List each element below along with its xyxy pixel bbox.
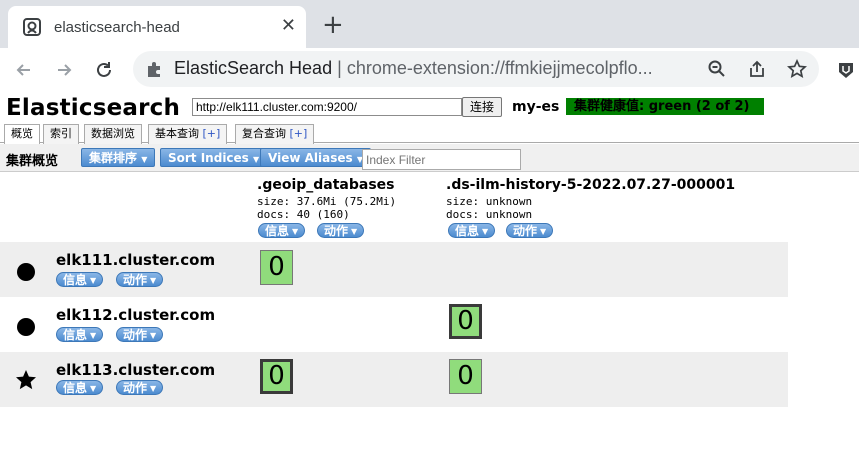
address-separator: | (337, 58, 342, 78)
tab-title: elasticsearch-head (54, 18, 180, 36)
browser-tabstrip: elasticsearch-head ✕ + (0, 0, 859, 48)
sort-indices-label: Sort Indices (168, 151, 249, 165)
dropdown-caret-icon: ▼ (150, 276, 157, 285)
share-icon[interactable] (747, 59, 767, 79)
node-row: elk113.cluster.com 信息 ▼ 动作 ▼ 0 0 (0, 352, 788, 407)
node-action-button[interactable]: 动作 ▼ (116, 272, 164, 287)
address-url: chrome-extension://ffmkiejjmecolpflo... (346, 58, 653, 78)
dropdown-caret-icon: ▼ (253, 155, 260, 164)
forward-arrow-icon[interactable] (52, 58, 76, 82)
view-aliases-button[interactable]: View Aliases ▼ (260, 148, 371, 167)
node-info-button[interactable]: 信息 ▼ (56, 272, 104, 287)
info-label: 信息 (63, 381, 88, 395)
view-aliases-label: View Aliases (268, 151, 353, 165)
back-arrow-icon[interactable] (12, 58, 36, 82)
index-action-button[interactable]: 动作 ▼ (506, 223, 554, 238)
node-action-button[interactable]: 动作 ▼ (116, 380, 164, 395)
connect-button[interactable]: 连接 (462, 97, 502, 117)
node-info-button[interactable]: 信息 ▼ (56, 327, 104, 342)
index-name: .ds-ilm-history-5-2022.07.27-000001 (446, 177, 736, 193)
action-label: 动作 (324, 224, 349, 238)
info-label: 信息 (63, 273, 88, 287)
browser-toolbar: ElasticSearch Head | chrome-extension://… (0, 48, 859, 92)
sort-cluster-label: 集群排序 (89, 151, 138, 165)
reload-icon[interactable] (92, 58, 116, 82)
dropdown-caret-icon: ▼ (90, 331, 97, 340)
dropdown-caret-icon: ▼ (351, 227, 358, 236)
info-label: 信息 (63, 328, 88, 342)
overview-label: 集群概览 (6, 154, 59, 169)
index-action-button[interactable]: 动作 ▼ (317, 223, 365, 238)
cluster-health-badge: 集群健康值: green (2 of 2) (566, 98, 764, 115)
tab-basic-query[interactable]: 基本查询 [+] (148, 124, 228, 144)
node-row: elk112.cluster.com 信息 ▼ 动作 ▼ 0 (0, 297, 788, 352)
elasticsearch-head-favicon-icon (22, 17, 42, 37)
site-name: ElasticSearch Head (174, 58, 333, 78)
browser-tab[interactable]: elasticsearch-head ✕ (8, 6, 306, 48)
action-label: 动作 (123, 381, 148, 395)
sort-indices-button[interactable]: Sort Indices ▼ (160, 148, 268, 167)
dropdown-caret-icon: ▼ (540, 227, 547, 236)
extension-puzzle-icon (145, 59, 165, 79)
extension-shield-icon[interactable] (836, 60, 856, 80)
sort-cluster-button[interactable]: 集群排序 ▼ (81, 148, 156, 167)
zoom-icon[interactable] (707, 59, 727, 79)
index-size: size: 37.6Mi (75.2Mi) (257, 195, 397, 208)
index-filter-input[interactable] (362, 149, 521, 170)
index-docs: docs: unknown (446, 208, 533, 221)
basic-query-plus[interactable]: [+] (203, 127, 221, 140)
new-tab-icon[interactable]: + (322, 12, 344, 38)
node-info-button[interactable]: 信息 ▼ (56, 380, 104, 395)
shard-primary[interactable]: 0 (260, 359, 293, 394)
info-label: 信息 (455, 224, 480, 238)
tab-data-browser-label: 数据浏览 (91, 127, 135, 140)
overview-toolbar: 集群概览 集群排序 ▼ Sort Indices ▼ View Aliases … (0, 144, 859, 172)
node-action-button[interactable]: 动作 ▼ (116, 327, 164, 342)
index-name: .geoip_databases (257, 177, 395, 193)
tab-overview[interactable]: 概览 (4, 124, 40, 145)
bookmark-star-icon[interactable] (787, 58, 807, 79)
dropdown-caret-icon: ▼ (292, 227, 299, 236)
dropdown-caret-icon: ▼ (482, 227, 489, 236)
tab-indices[interactable]: 索引 (43, 124, 79, 144)
index-info-button[interactable]: 信息 ▼ (258, 223, 306, 238)
app-title: Elasticsearch (6, 95, 181, 121)
address-bar[interactable]: ElasticSearch Head | chrome-extension://… (133, 51, 819, 87)
tab-overview-label: 概览 (11, 127, 33, 140)
main-tabs: 概览 索引 数据浏览 基本查询 [+] 复合查询 [+] (0, 122, 859, 145)
dropdown-caret-icon: ▼ (90, 384, 97, 393)
tab-compound-query-label: 复合查询 (242, 127, 286, 140)
tab-basic-query-label: 基本查询 (155, 127, 199, 140)
compound-query-plus[interactable]: [+] (290, 127, 308, 140)
info-label: 信息 (265, 224, 290, 238)
dropdown-caret-icon: ▼ (90, 276, 97, 285)
action-label: 动作 (513, 224, 538, 238)
node-name: elk113.cluster.com (56, 361, 216, 379)
shard-primary[interactable]: 0 (449, 304, 482, 339)
circle-icon (15, 261, 37, 283)
dropdown-caret-icon: ▼ (150, 384, 157, 393)
star-icon (15, 369, 37, 391)
cluster-url-input[interactable] (192, 98, 462, 116)
close-tab-icon[interactable]: ✕ (281, 17, 296, 35)
node-name: elk112.cluster.com (56, 306, 216, 324)
tab-indices-label: 索引 (50, 127, 72, 140)
dropdown-caret-icon: ▼ (150, 331, 157, 340)
index-info-button[interactable]: 信息 ▼ (448, 223, 496, 238)
cluster-name: my-es (512, 99, 560, 115)
node-name: elk111.cluster.com (56, 251, 216, 269)
address-text: ElasticSearch Head | chrome-extension://… (174, 58, 653, 79)
page-content: Elasticsearch 连接 my-es 集群健康值: green (2 o… (0, 92, 859, 452)
shard-replica[interactable]: 0 (260, 250, 293, 285)
action-label: 动作 (123, 273, 148, 287)
index-docs: docs: 40 (160) (257, 208, 350, 221)
circle-icon (15, 316, 37, 338)
index-size: size: unknown (446, 195, 533, 208)
tab-data-browser[interactable]: 数据浏览 (84, 124, 142, 144)
shard-replica[interactable]: 0 (449, 359, 482, 394)
action-label: 动作 (123, 328, 148, 342)
dropdown-caret-icon: ▼ (141, 155, 148, 164)
node-row: elk111.cluster.com 信息 ▼ 动作 ▼ 0 (0, 242, 788, 297)
tab-compound-query[interactable]: 复合查询 [+] (235, 124, 315, 144)
